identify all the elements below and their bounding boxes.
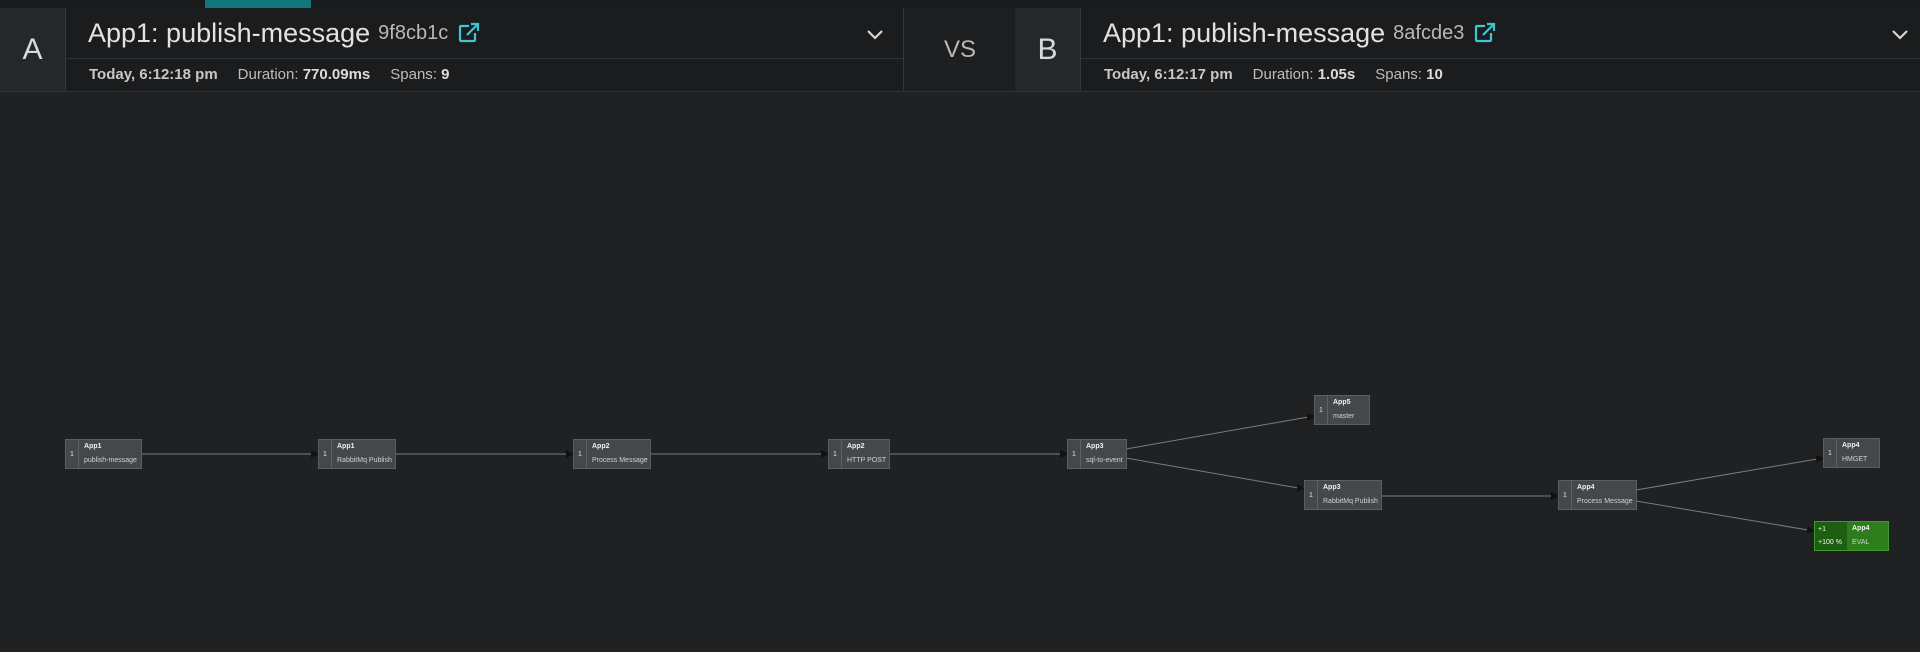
graph-node[interactable]: 1 App1 publish-message [65, 439, 142, 469]
external-link-icon[interactable] [458, 22, 480, 44]
top-tab-strip [0, 0, 1920, 8]
graph-node[interactable]: 1 App5 master [1314, 395, 1370, 425]
duration-value: 770.09ms [302, 66, 371, 83]
graph-edges [141, 413, 1824, 534]
node-operation: RabbitMq Publish [1323, 498, 1378, 505]
node-count: 1 [1305, 481, 1318, 509]
trace-b-spans: Spans: 10 [1375, 66, 1443, 83]
trace-a-id: 9f8cb1c [378, 21, 449, 44]
duration-label: Duration: [1252, 66, 1314, 83]
trace-b-meta: Today, 6:12:17 pm Duration: 1.05s Spans:… [1104, 66, 1443, 83]
node-service: App2 [592, 443, 610, 450]
node-count: 1 [574, 440, 587, 468]
node-operation: publish-message [84, 457, 137, 464]
trace-b-badge: B [1015, 8, 1081, 91]
node-operation: RabbitMq Publish [337, 457, 392, 464]
node-operation: Process Message [592, 457, 648, 464]
node-service: App2 [847, 443, 865, 450]
trace-b-duration: Duration: 1.05s [1253, 66, 1356, 83]
graph-node[interactable]: 1 App2 Process Message [573, 439, 651, 469]
external-link-icon[interactable] [1474, 22, 1496, 44]
node-percent: +100 % [1818, 539, 1842, 546]
trace-b-date: Today, 6:12:17 pm [1104, 66, 1233, 83]
node-count: 1 [1559, 481, 1572, 509]
spans-label: Spans: [1375, 66, 1422, 83]
trace-b-title: App1: publish-message [1103, 17, 1386, 48]
duration-value: 1.05s [1317, 66, 1356, 83]
node-operation: EVAL [1852, 539, 1870, 546]
trace-a-date: Today, 6:12:18 pm [89, 66, 218, 83]
graph-edge [1635, 500, 1815, 534]
comparison-header: A App1: publish-message 9f8cb1c Today, 6… [0, 8, 1920, 92]
trace-a-title-row[interactable]: App1: publish-message 9f8cb1c [66, 8, 903, 59]
node-count: 1 [829, 440, 842, 468]
node-service: App4 [1852, 525, 1870, 532]
trace-a-spans: Spans: 9 [390, 66, 449, 83]
trace-a-header: A App1: publish-message 9f8cb1c Today, 6… [0, 8, 903, 91]
active-tab-indicator[interactable] [205, 0, 311, 8]
node-service: App4 [1577, 484, 1595, 491]
trace-b-title-row[interactable]: App1: publish-message 8afcde3 [1081, 8, 1920, 59]
trace-b-id: 8afcde3 [1393, 21, 1465, 44]
graph-edge [1125, 457, 1305, 492]
trace-a-title: App1: publish-message [88, 17, 371, 48]
node-diff-count: +1 +100 % [1815, 522, 1847, 550]
node-count: 1 [319, 440, 332, 468]
node-service: App3 [1086, 443, 1104, 450]
trace-diff-graph[interactable]: 1 App1 publish-message 1 App1 RabbitMq Pub… [0, 92, 1920, 652]
node-count: +1 [1818, 526, 1826, 533]
graph-node[interactable]: 1 App2 HTTP POST [828, 439, 890, 469]
spans-value: 9 [441, 66, 450, 83]
node-service: App5 [1333, 399, 1351, 406]
chevron-down-icon[interactable] [865, 24, 885, 44]
trace-a-badge: A [0, 8, 66, 91]
graph-edge [1125, 413, 1315, 450]
node-operation: Process Message [1577, 498, 1633, 505]
spans-value: 10 [1426, 66, 1443, 83]
graph-node-added[interactable]: +1 +100 % App4 EVAL [1814, 521, 1889, 551]
duration-label: Duration: [237, 66, 299, 83]
node-operation: HTTP POST [847, 457, 887, 464]
node-count: 1 [1824, 439, 1837, 467]
trace-a-duration: Duration: 770.09ms [238, 66, 371, 83]
spans-label: Spans: [390, 66, 437, 83]
node-service: App1 [84, 443, 102, 450]
graph-node[interactable]: 1 App3 RabbitMq Publish [1304, 480, 1382, 510]
graph-edge [1635, 455, 1824, 491]
node-service: App3 [1323, 484, 1341, 491]
node-count: 1 [66, 440, 79, 468]
node-operation: sql-to-event [1086, 457, 1123, 464]
node-operation: master [1333, 413, 1355, 420]
graph-node[interactable]: 1 App4 Process Message [1558, 480, 1637, 510]
chevron-down-icon[interactable] [1890, 24, 1910, 44]
node-operation: HMGET [1842, 456, 1868, 463]
graph-node[interactable]: 1 App1 RabbitMq Publish [318, 439, 396, 469]
node-service: App4 [1842, 442, 1860, 449]
graph-node[interactable]: 1 App3 sql-to-event [1067, 439, 1127, 469]
node-service: App1 [337, 443, 355, 450]
node-count: 1 [1315, 396, 1328, 424]
node-count: 1 [1068, 440, 1081, 468]
trace-a-meta: Today, 6:12:18 pm Duration: 770.09ms Spa… [89, 66, 449, 83]
vs-label: VS [903, 8, 1017, 91]
trace-b-header: B App1: publish-message 8afcde3 Today, 6… [1015, 8, 1920, 91]
graph-node[interactable]: 1 App4 HMGET [1823, 438, 1880, 468]
